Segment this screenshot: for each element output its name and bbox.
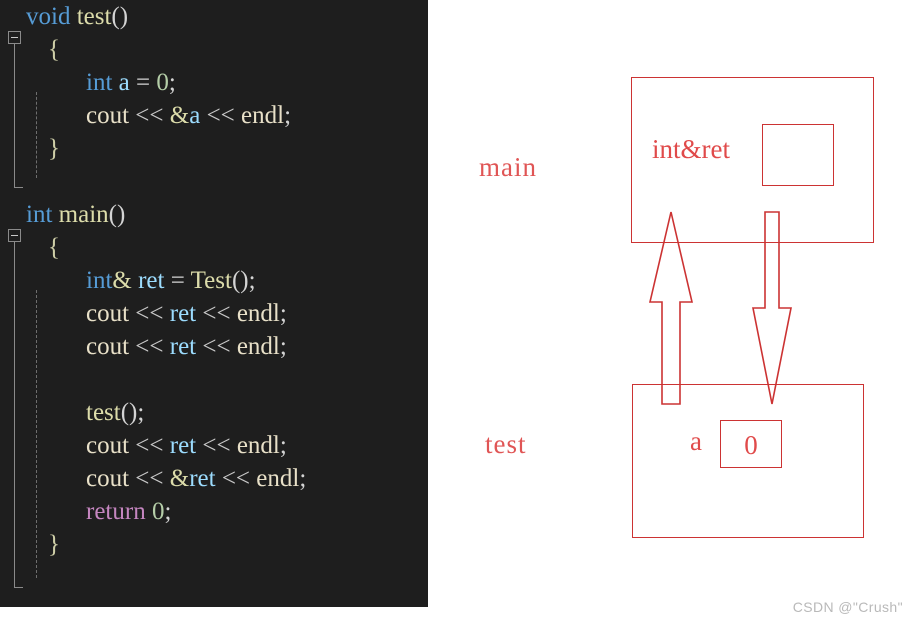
code-token: a xyxy=(189,102,201,129)
outline-guide-main-foot xyxy=(14,587,23,588)
code-token: endl xyxy=(236,300,280,327)
code-line: { xyxy=(0,231,428,264)
code-line: test(); xyxy=(0,396,428,429)
code-token: int xyxy=(86,267,113,294)
code-line: cout << ret << endl; xyxy=(0,297,428,330)
code-token: cout xyxy=(86,333,130,360)
slot-box-main-ret xyxy=(762,124,834,186)
code-token: & xyxy=(169,465,190,492)
stack-frame-diagram: main int&ret test a 0 xyxy=(440,0,917,622)
code-token: ret xyxy=(189,465,216,492)
code-line: } xyxy=(0,528,428,561)
code-token: << xyxy=(202,333,231,360)
code-line: cout << &ret << endl; xyxy=(0,462,428,495)
code-line: { xyxy=(0,33,428,66)
code-token: a xyxy=(118,69,130,96)
code-token: cout xyxy=(86,102,130,129)
code-token: ret xyxy=(169,432,197,459)
code-token: endl xyxy=(236,432,280,459)
code-token: = xyxy=(129,69,157,96)
code-token: () xyxy=(108,201,126,228)
code-token: Test xyxy=(190,267,232,294)
code-token: ret xyxy=(169,333,197,360)
code-token: } xyxy=(48,531,60,558)
code-line: void test() xyxy=(0,0,428,33)
code-token: ret xyxy=(169,300,197,327)
code-token: } xyxy=(48,135,60,162)
slot-label-main-ret: int&ret xyxy=(652,134,730,164)
code-token: ; xyxy=(168,69,176,96)
code-token: endl xyxy=(236,333,280,360)
code-token: << xyxy=(202,432,231,459)
code-editor-panel: void test(){int a = 0; cout << &a << endl… xyxy=(0,0,428,607)
code-token: void xyxy=(26,3,71,30)
code-token: << xyxy=(135,432,164,459)
code-line: cout << &a << endl; xyxy=(0,99,428,132)
code-token: ; xyxy=(164,498,172,525)
code-token: = xyxy=(164,267,191,294)
code-token: 0 xyxy=(156,69,169,96)
code-token: & xyxy=(169,102,190,129)
code-line: int main() xyxy=(0,198,428,231)
code-line: } xyxy=(0,132,428,165)
code-token: ; xyxy=(279,432,287,459)
code-token: << xyxy=(206,102,235,129)
code-token: cout xyxy=(86,300,130,327)
code-token: ; xyxy=(299,465,307,492)
code-token: endl xyxy=(256,465,300,492)
code-token: (); xyxy=(231,267,256,294)
slot-box-test-a: 0 xyxy=(720,420,782,468)
code-token: << xyxy=(221,465,251,492)
code-line: int a = 0; xyxy=(0,66,428,99)
code-token: int xyxy=(26,201,53,228)
code-token: ret xyxy=(138,267,165,294)
code-token: (); xyxy=(120,399,145,426)
csdn-watermark: CSDN @"Crush" xyxy=(792,599,903,615)
code-token: << xyxy=(135,300,164,327)
code-token: 0 xyxy=(151,498,165,525)
code-line: return 0; xyxy=(0,495,428,528)
code-token: int xyxy=(86,69,113,96)
frame-label-main: main xyxy=(479,152,537,182)
code-token: endl xyxy=(241,102,285,129)
code-token: main xyxy=(58,201,109,228)
code-token: ; xyxy=(279,300,287,327)
code-token: { xyxy=(48,36,60,63)
code-line: cout << ret << endl; xyxy=(0,429,428,462)
code-token: { xyxy=(48,234,60,261)
code-token: test xyxy=(86,399,121,426)
code-token: test xyxy=(76,3,112,30)
code-token: << xyxy=(135,333,164,360)
code-lines: void test(){int a = 0; cout << &a << endl… xyxy=(0,0,428,561)
code-token: & xyxy=(112,267,132,294)
code-token: cout xyxy=(86,432,130,459)
code-token: cout xyxy=(86,465,130,492)
code-token: ; xyxy=(279,333,287,360)
slot-label-test-a: a xyxy=(690,426,702,456)
code-token: () xyxy=(111,3,129,30)
code-token: << xyxy=(135,102,164,129)
code-line: cout << ret << endl; xyxy=(0,330,428,363)
code-token: return xyxy=(86,498,146,525)
frame-label-test: test xyxy=(485,429,527,459)
code-token: ; xyxy=(284,102,292,129)
code-token: << xyxy=(202,300,231,327)
code-token: << xyxy=(135,465,164,492)
code-line: int& ret = Test(); xyxy=(0,264,428,297)
